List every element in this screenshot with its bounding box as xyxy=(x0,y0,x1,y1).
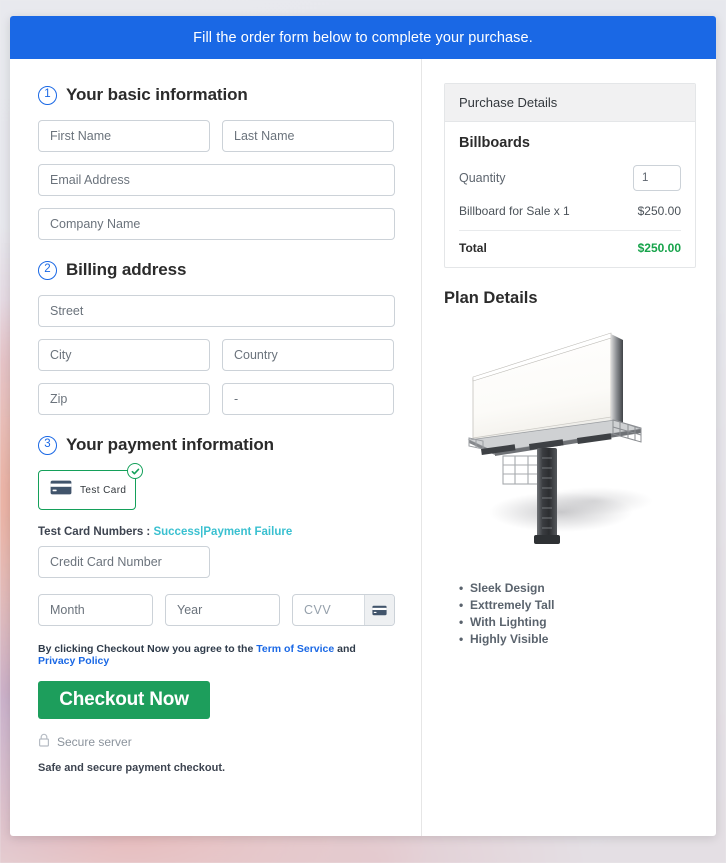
privacy-policy-link[interactable]: Privacy Policy xyxy=(38,655,109,667)
plan-feature-list: Sleek Design Exttremely Tall With Lighti… xyxy=(444,580,696,648)
list-item: Sleek Design xyxy=(470,580,696,597)
line-item-label: Billboard for Sale x 1 xyxy=(459,204,570,218)
section-title-payment-information: Your payment information xyxy=(66,435,274,454)
expiry-cvv-row: Month Year CVV xyxy=(38,594,395,626)
test-card-label: Test Card xyxy=(80,484,127,496)
street-input[interactable]: Street xyxy=(38,295,395,327)
test-card-success-link[interactable]: Success xyxy=(153,526,200,538)
product-name: Billboards xyxy=(459,135,530,151)
credit-card-icon xyxy=(364,595,394,625)
step-number-badge-2: 2 xyxy=(38,260,57,280)
order-summary: Purchase Details Billboards Quantity 1 B… xyxy=(422,59,716,836)
last-name-input[interactable]: Last Name xyxy=(222,120,394,152)
section-header-payment-information: 3 Your payment information xyxy=(38,435,395,455)
zip-state-row: Zip - xyxy=(38,383,395,415)
list-item: Exttremely Tall xyxy=(470,597,696,614)
list-item: Highly Visible xyxy=(470,631,696,648)
checkout-card: Fill the order form below to complete yo… xyxy=(10,16,716,836)
quantity-input[interactable]: 1 xyxy=(633,165,681,191)
instruction-banner-text: Fill the order form below to complete yo… xyxy=(193,29,533,46)
company-row: Company Name xyxy=(38,208,395,240)
plan-details-title: Plan Details xyxy=(444,289,538,307)
country-select[interactable]: Country xyxy=(222,339,394,371)
expiry-month-select[interactable]: Month xyxy=(38,594,153,626)
secure-server-label: Secure server xyxy=(57,734,132,749)
list-item: With Lighting xyxy=(470,614,696,631)
test-card-option[interactable]: Test Card xyxy=(38,463,143,510)
step-number-badge-3: 3 xyxy=(38,435,57,455)
lock-icon xyxy=(38,733,50,750)
email-input[interactable]: Email Address xyxy=(38,164,395,196)
total-row: Total $250.00 xyxy=(459,241,681,255)
name-row: First Name Last Name xyxy=(38,120,395,152)
test-card-failure-link[interactable]: Payment Failure xyxy=(203,526,292,538)
section-title-billing-address: Billing address xyxy=(66,260,187,279)
purchase-details-panel: Purchase Details Billboards Quantity 1 B… xyxy=(444,83,696,268)
credit-card-number-input[interactable]: Credit Card Number xyxy=(38,546,210,578)
cvv-field-group[interactable]: CVV xyxy=(292,594,395,626)
line-item-price: $250.00 xyxy=(637,204,681,218)
purchase-details-body: Billboards Quantity 1 Billboard for Sale… xyxy=(445,122,695,267)
terms-of-service-link[interactable]: Term of Service xyxy=(256,643,334,655)
terms-prefix-text: By clicking Checkout Now you agree to th… xyxy=(38,643,254,655)
step-number-badge-1: 1 xyxy=(38,85,57,105)
credit-card-icon xyxy=(50,480,72,500)
state-select[interactable]: - xyxy=(222,383,394,415)
check-circle-icon xyxy=(127,463,143,479)
section-title-basic-information: Your basic information xyxy=(66,85,248,104)
first-name-input[interactable]: First Name xyxy=(38,120,210,152)
card-body: 1 Your basic information First Name Last… xyxy=(10,59,716,836)
line-item-row: Billboard for Sale x 1 $250.00 xyxy=(459,204,681,231)
quantity-row: Quantity 1 xyxy=(459,165,681,191)
terms-agreement-line: By clicking Checkout Now you agree to th… xyxy=(38,643,395,667)
order-form: 1 Your basic information First Name Last… xyxy=(10,59,422,836)
payment-method-row: Test Card xyxy=(38,463,395,510)
test-card-numbers-prefix: Test Card Numbers : xyxy=(38,526,151,538)
total-value: $250.00 xyxy=(637,241,681,255)
terms-middle-text: and xyxy=(337,643,356,655)
safe-checkout-note: Safe and secure payment checkout. xyxy=(38,762,226,774)
instruction-banner: Fill the order form below to complete yo… xyxy=(10,16,716,59)
total-label: Total xyxy=(459,241,487,255)
city-country-row: City Country xyxy=(38,339,395,371)
cvv-input[interactable]: CVV xyxy=(293,603,364,617)
checkout-now-button[interactable]: Checkout Now xyxy=(38,681,210,719)
company-name-input[interactable]: Company Name xyxy=(38,208,395,240)
expiry-year-select[interactable]: Year xyxy=(165,594,280,626)
section-header-basic-information: 1 Your basic information xyxy=(38,85,395,105)
email-row: Email Address xyxy=(38,164,395,196)
section-header-billing-address: 2 Billing address xyxy=(38,260,395,280)
quantity-label: Quantity xyxy=(459,171,506,185)
zip-input[interactable]: Zip xyxy=(38,383,210,415)
street-row: Street xyxy=(38,295,395,327)
billboard-illustration xyxy=(467,332,653,544)
secure-server-row: Secure server xyxy=(38,733,395,750)
purchase-details-header: Purchase Details xyxy=(445,84,695,122)
test-card-numbers-line: Test Card Numbers : Success|Payment Fail… xyxy=(38,526,395,538)
city-input[interactable]: City xyxy=(38,339,210,371)
